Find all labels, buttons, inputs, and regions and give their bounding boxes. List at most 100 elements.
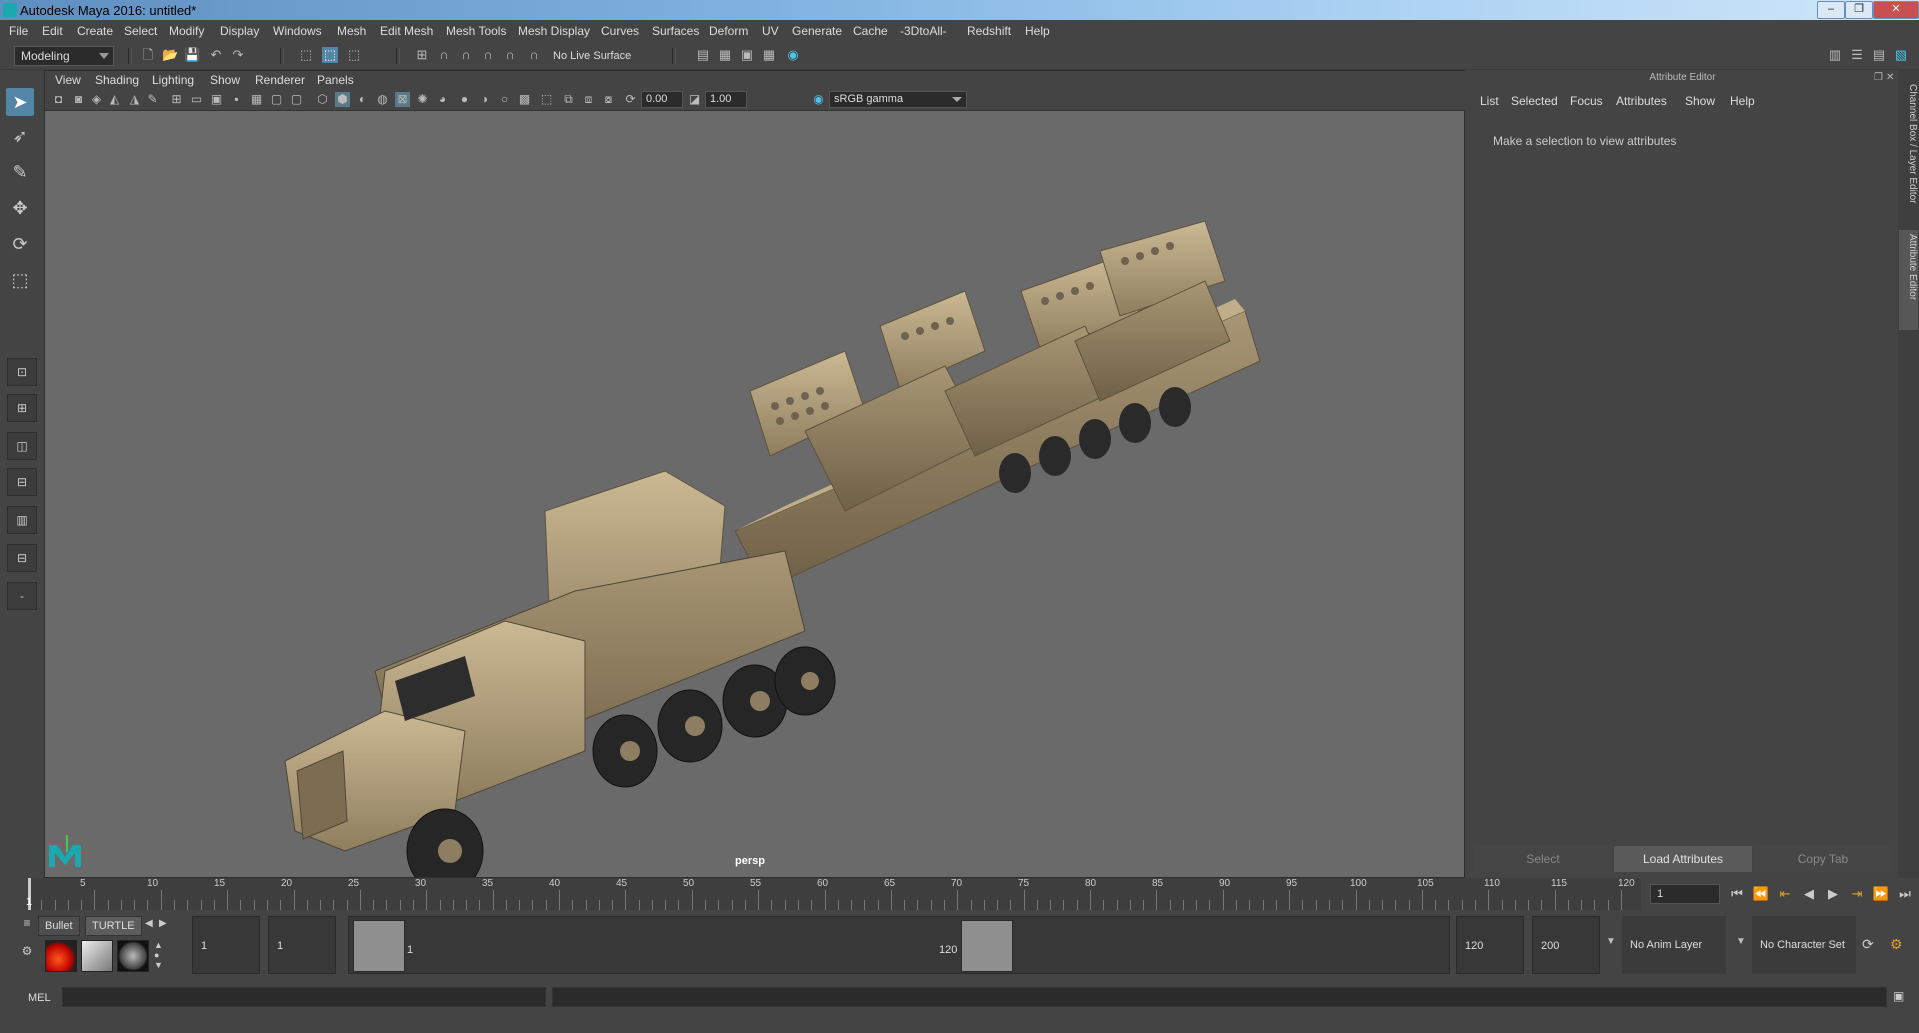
open-scene-icon[interactable]: 📂 — [162, 47, 178, 63]
snap-curve-icon[interactable]: ∩ — [436, 47, 452, 63]
menu-edit-mesh[interactable]: Edit Mesh — [380, 24, 433, 38]
menu-curves[interactable]: Curves — [601, 24, 639, 38]
menu-generate[interactable]: Generate — [792, 24, 842, 38]
menu-mesh-tools[interactable]: Mesh Tools — [446, 24, 506, 38]
hypershade-layout-icon[interactable]: ⊟ — [7, 544, 37, 572]
menu-surfaces[interactable]: Surfaces — [652, 24, 699, 38]
safe-action-icon[interactable]: ▢ — [269, 92, 284, 107]
default-material-icon[interactable]: ◐ — [355, 92, 370, 107]
isolate-select-icon[interactable]: ⬚ — [539, 92, 554, 107]
menu-windows[interactable]: Windows — [273, 24, 322, 38]
ae-load-attributes-button[interactable]: Load Attributes — [1614, 846, 1752, 872]
chevron-down-icon[interactable]: ▼ — [1606, 936, 1616, 947]
go-to-end-icon[interactable]: ⏭ — [1896, 884, 1914, 904]
animation-start-field[interactable]: 1 — [192, 916, 260, 974]
gate-mask-icon[interactable]: ▪ — [229, 92, 244, 107]
menu-select[interactable]: Select — [124, 24, 157, 38]
two-d-pan-zoom-icon[interactable]: ◮ — [127, 92, 142, 107]
step-back-key-icon[interactable]: ⇤ — [1776, 884, 1794, 904]
undo-icon[interactable]: ↶ — [208, 47, 224, 63]
multisample-aa-icon[interactable]: ○ — [497, 92, 512, 107]
script-editor-icon[interactable]: ▣ — [1893, 989, 1909, 1005]
maximize-button[interactable]: ❐ — [1845, 1, 1873, 19]
viewport-menu-shading[interactable]: Shading — [95, 73, 139, 87]
camera-lock-icon[interactable]: ◙ — [71, 92, 86, 107]
current-frame-field[interactable]: 1 — [1650, 884, 1720, 904]
render-settings-icon[interactable]: ▤ — [695, 47, 711, 63]
menu-3dtoall[interactable]: -3DtoAll- — [900, 24, 947, 38]
depth-of-field-icon[interactable]: ▩ — [517, 92, 532, 107]
step-back-frame-icon[interactable]: ⏪ — [1752, 884, 1770, 904]
snap-point-icon[interactable]: ∩ — [458, 47, 474, 63]
lasso-tool-icon[interactable]: ➶ — [6, 122, 34, 150]
range-end-handle[interactable] — [961, 920, 1013, 972]
shelf-scroll-right-icon[interactable]: ▶ — [159, 918, 167, 929]
time-slider[interactable]: 5 10 15 20 25 30 35 40 45 50 55 60 65 70… — [28, 878, 1641, 910]
tab-channel-box[interactable]: Channel Box / Layer Editor — [1899, 80, 1918, 224]
scale-tool-icon[interactable]: ⬚ — [6, 266, 34, 294]
menu-set-dropdown[interactable]: Modeling — [14, 46, 114, 66]
snap-grid-icon[interactable]: ⊞ — [414, 47, 430, 63]
redo-icon[interactable]: ↷ — [230, 47, 246, 63]
shelf-scroll-icon[interactable]: ▲ ● ▼ — [154, 940, 163, 970]
resolution-gate-icon[interactable]: ▣ — [209, 92, 224, 107]
select-object-icon[interactable]: ⬚ — [322, 47, 338, 63]
bookmark-icon[interactable]: ◈ — [89, 92, 104, 107]
select-hierarchy-icon[interactable]: ⬚ — [298, 47, 314, 63]
render-view-icon[interactable]: ▦ — [761, 47, 777, 63]
menu-cache[interactable]: Cache — [853, 24, 888, 38]
motion-blur-icon[interactable]: ◑ — [477, 92, 492, 107]
menu-help[interactable]: Help — [1025, 24, 1050, 38]
workspace-icon[interactable]: ▥ — [1827, 47, 1843, 63]
ae-menu-show[interactable]: Show — [1685, 94, 1715, 108]
viewport-menu-panels[interactable]: Panels — [317, 73, 354, 87]
select-component-icon[interactable]: ⬚ — [346, 47, 362, 63]
ae-select-button[interactable]: Select — [1474, 846, 1612, 872]
film-gate-icon[interactable]: ▭ — [189, 92, 204, 107]
float-panel-icon[interactable]: ❐ — [1874, 72, 1884, 83]
shadows-icon[interactable]: ◕ — [435, 92, 450, 107]
step-forward-key-icon[interactable]: ⇥ — [1848, 884, 1866, 904]
animation-end-field[interactable]: 200 — [1532, 916, 1600, 974]
field-chart-icon[interactable]: ▦ — [249, 92, 264, 107]
textured-icon[interactable]: ⊠ — [395, 92, 410, 107]
color-management-icon[interactable]: ◉ — [811, 92, 826, 107]
menu-display[interactable]: Display — [220, 24, 259, 38]
turtle-sphere-icon[interactable] — [117, 940, 149, 972]
persp-graph-layout-icon[interactable]: ⊟ — [7, 468, 37, 496]
view-transform-dropdown[interactable]: sRGB gamma — [829, 91, 967, 108]
shelf-tab-bullet[interactable]: Bullet — [38, 916, 80, 936]
new-scene-icon[interactable]: 🗋 — [140, 47, 156, 63]
snap-magnet-icon[interactable]: ∩ — [526, 47, 542, 63]
viewport-menu-view[interactable]: View — [55, 73, 81, 87]
camera-select-icon[interactable]: ◘ — [51, 92, 66, 107]
chevron-down-icon[interactable]: ▼ — [1736, 936, 1746, 947]
command-input[interactable] — [62, 987, 546, 1007]
snap-view-plane-icon[interactable]: ∩ — [480, 47, 496, 63]
safe-title-icon[interactable]: ▢ — [289, 92, 304, 107]
viewport-panel[interactable]: View Shading Lighting Show Renderer Pane… — [44, 70, 1466, 878]
menu-deform[interactable]: Deform — [709, 24, 748, 38]
viewport-menu-show[interactable]: Show — [210, 73, 240, 87]
grid-icon[interactable]: ⊞ — [169, 92, 184, 107]
rotate-tool-icon[interactable]: ⟳ — [6, 230, 34, 258]
exposure-field[interactable]: 0.00 — [641, 91, 683, 108]
play-backwards-icon[interactable]: ◀ — [1800, 884, 1818, 904]
attribute-editor-toggle-icon[interactable]: ▧ — [1893, 47, 1909, 63]
save-scene-icon[interactable]: 💾 — [184, 47, 200, 63]
paint-select-tool-icon[interactable]: ✎ — [6, 158, 34, 186]
range-slider-bar[interactable]: 1 120 — [348, 916, 1450, 974]
ae-menu-list[interactable]: List — [1480, 94, 1499, 108]
smooth-shade-icon[interactable]: ⬢ — [335, 92, 350, 107]
use-all-lights-icon[interactable]: ✺ — [415, 92, 430, 107]
xray-components-icon[interactable]: ⧇ — [601, 92, 616, 107]
shelf-scroll-left-icon[interactable]: ◀ — [145, 918, 153, 929]
viewport-menu-renderer[interactable]: Renderer — [255, 73, 305, 87]
move-tool-icon[interactable]: ✥ — [6, 194, 34, 222]
menu-create[interactable]: Create — [77, 24, 113, 38]
tab-attribute-editor[interactable]: Attribute Editor — [1899, 230, 1918, 330]
menu-redshift[interactable]: Redshift — [967, 24, 1011, 38]
ipr-render-icon[interactable]: ▣ — [739, 47, 755, 63]
grease-pencil-icon[interactable]: ✎ — [145, 92, 160, 107]
outliner-icon[interactable]: ☰ — [1849, 47, 1865, 63]
